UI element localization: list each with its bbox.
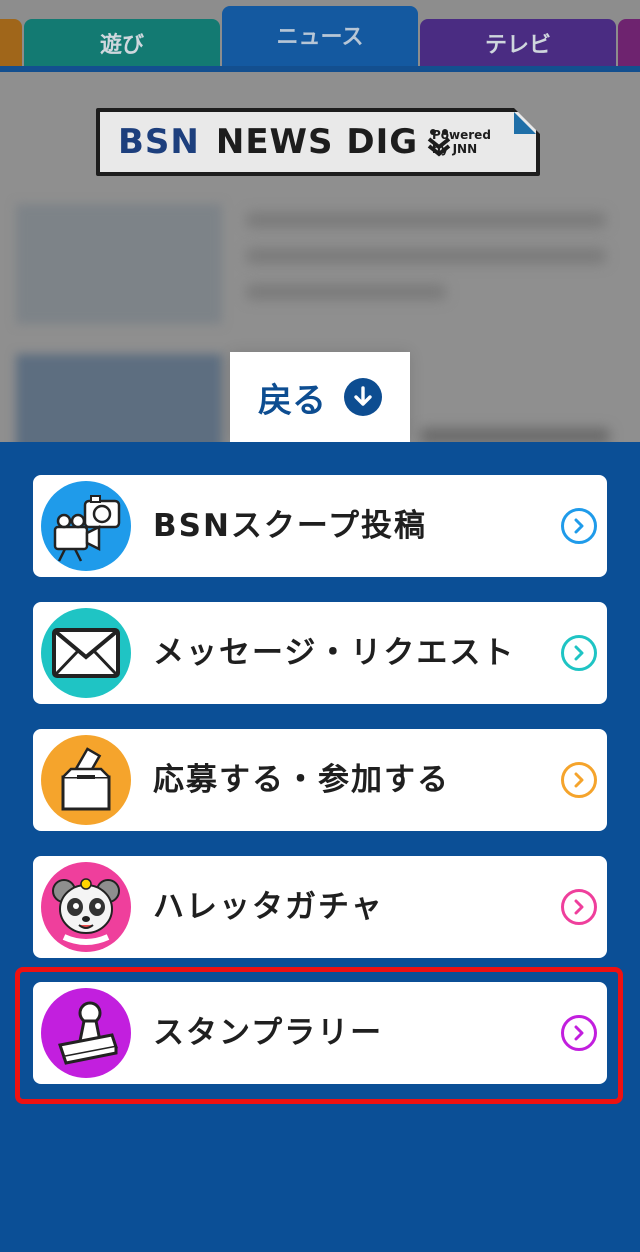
top-tab-bar: 遊び ニュース テレビ [0, 0, 640, 72]
menu-item-label: メッセージ・リクエスト [153, 635, 516, 671]
chevron-right-icon [561, 635, 597, 671]
news-headline-blur [246, 248, 606, 264]
chevron-right-icon [561, 889, 597, 925]
logo-name: NEWS DIG [215, 122, 419, 162]
tab-play[interactable]: 遊び [24, 19, 220, 67]
tab-tv-label: テレビ [484, 33, 551, 58]
menu-item-label: ハレッタガチャ [153, 889, 384, 925]
tab-partial-left[interactable] [0, 19, 22, 67]
camera-icon [41, 481, 131, 571]
menu-item-message-request[interactable]: メッセージ・リクエスト [33, 602, 607, 704]
tab-news-label: ニュース [276, 25, 364, 50]
menu-item-scoop-post[interactable]: BSNスクープ投稿 [33, 475, 607, 577]
mascot-icon [41, 862, 131, 952]
menu-item-haretta-gacha[interactable]: ハレッタガチャ [33, 856, 607, 958]
news-thumbnail [16, 204, 222, 324]
logo-brand: BSN [118, 122, 200, 162]
chevron-right-icon [561, 762, 597, 798]
arrow-down-circle-icon [344, 378, 382, 416]
news-headline-blur [246, 212, 606, 228]
ballot-box-icon [41, 735, 131, 825]
logo-powered-by: Powered by JNN [432, 128, 491, 156]
news-headline-blur [246, 284, 446, 300]
menu-item-apply-participate[interactable]: 応募する・参加する [33, 729, 607, 831]
highlight-box [15, 967, 623, 1104]
back-button[interactable]: 戻る [230, 352, 410, 442]
envelope-icon [41, 608, 131, 698]
menu-item-label: BSNスクープ投稿 [153, 508, 428, 544]
menu-item-label: 応募する・参加する [153, 762, 450, 798]
news-thumbnail [16, 354, 222, 452]
tab-partial-right[interactable] [618, 19, 640, 67]
tab-play-label: 遊び [99, 33, 144, 58]
chevron-right-icon [561, 508, 597, 544]
back-button-label: 戻る [258, 380, 326, 421]
tab-tv[interactable]: テレビ [420, 19, 616, 67]
tab-news[interactable]: ニュース [222, 6, 418, 72]
bsn-news-dig-logo: BSN NEWS DIG Powered by JNN [96, 108, 540, 176]
